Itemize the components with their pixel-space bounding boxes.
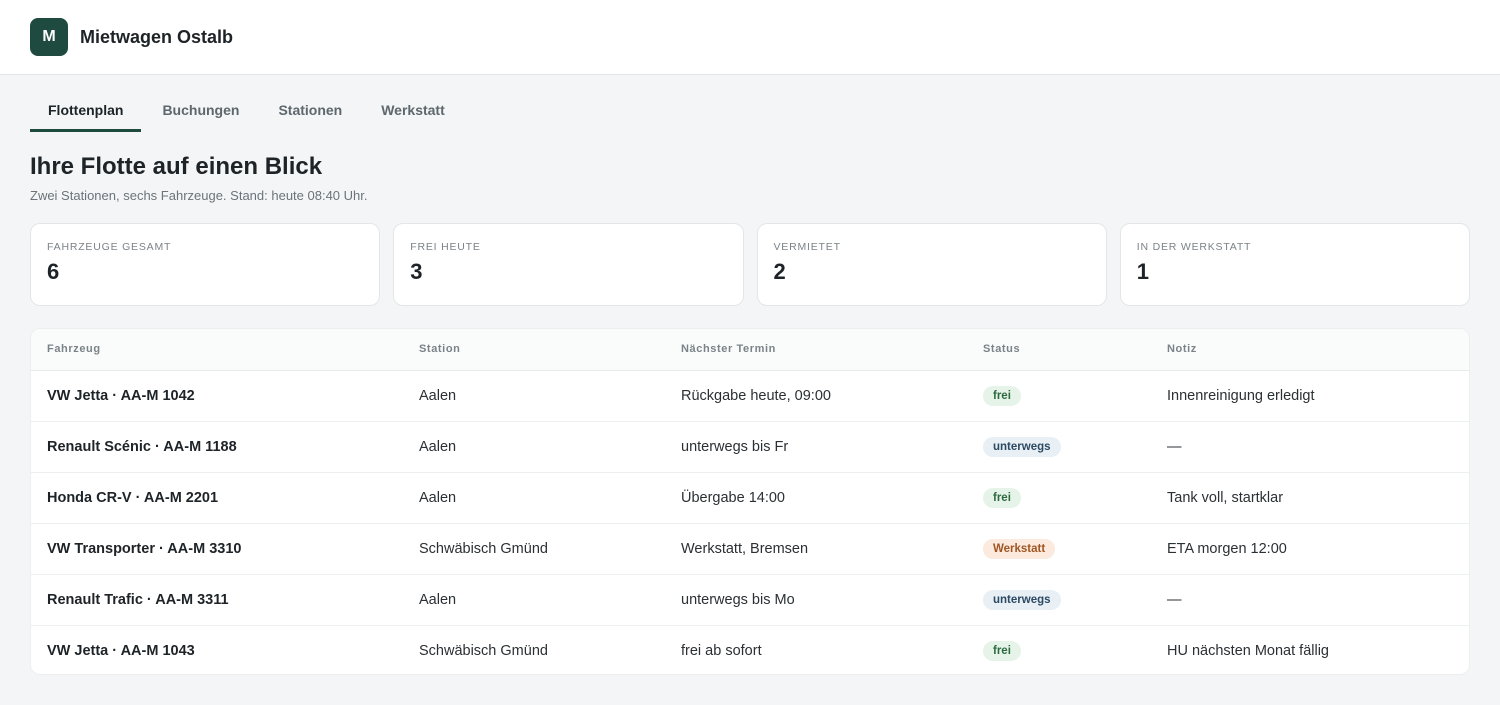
column-header-station[interactable]: Station [403, 329, 665, 370]
status-badge: frei [983, 640, 1021, 661]
cell-vehicle: Honda CR-V · AA-M 2201 [47, 489, 219, 506]
fleet-table-card: Fahrzeug Station Nächster Termin Status … [30, 328, 1470, 675]
cell-note: — [1167, 438, 1182, 455]
table-header-row: Fahrzeug Station Nächster Termin Status … [31, 329, 1469, 370]
table-row[interactable]: VW Transporter · AA-M 3310 Schwäbisch Gm… [31, 523, 1469, 574]
logo[interactable]: M [30, 18, 68, 56]
cell-station: Aalen [419, 489, 457, 506]
stat-label: FAHRZEUGE GESAMT [47, 241, 172, 253]
page-title: Ihre Flotte auf einen Blick [30, 153, 323, 180]
column-header-status[interactable]: Status [967, 329, 1151, 370]
cell-vehicle: VW Jetta · AA-M 1043 [47, 642, 195, 659]
stat-card-free: FREI HEUTE 3 [393, 223, 744, 306]
cell-next-appointment: unterwegs bis Mo [681, 591, 795, 608]
stats-row: FAHRZEUGE GESAMT 6 FREI HEUTE 3 VERMIETE… [30, 223, 1470, 306]
stat-card-total: FAHRZEUGE GESAMT 6 [30, 223, 381, 306]
cell-station: Schwäbisch Gmünd [419, 540, 548, 557]
top-bar: M Mietwagen Ostalb [0, 0, 1500, 75]
cell-vehicle: VW Jetta · AA-M 1042 [47, 387, 195, 404]
table-row[interactable]: VW Jetta · AA-M 1042 Aalen Rückgabe heut… [31, 370, 1469, 421]
status-badge: unterwegs [983, 589, 1061, 610]
stat-label: FREI HEUTE [410, 241, 481, 253]
stat-value: 6 [47, 259, 60, 284]
fleet-table: Fahrzeug Station Nächster Termin Status … [31, 329, 1469, 674]
status-badge: Werkstatt [983, 538, 1056, 559]
stat-card-workshop: IN DER WERKSTATT 1 [1119, 223, 1470, 306]
cell-vehicle: Renault Scénic · AA-M 1188 [47, 438, 237, 455]
tab-werkstatt[interactable]: Werkstatt [363, 92, 463, 132]
cell-next-appointment: frei ab sofort [681, 642, 762, 659]
cell-status: unterwegs [967, 421, 1151, 472]
cell-note: ETA morgen 12:00 [1167, 540, 1287, 557]
cell-station: Schwäbisch Gmünd [419, 642, 548, 659]
cell-station: Aalen [419, 438, 457, 455]
cell-status: frei [967, 370, 1151, 421]
status-badge: unterwegs [983, 436, 1061, 457]
stat-value: 3 [410, 259, 423, 284]
cell-status: frei [967, 625, 1151, 674]
cell-next-appointment: Werkstatt, Bremsen [681, 540, 809, 557]
cell-vehicle: VW Transporter · AA-M 3310 [47, 540, 242, 557]
cell-station: Aalen [419, 387, 457, 404]
tab-buchungen[interactable]: Buchungen [144, 92, 257, 132]
table-row[interactable]: Renault Trafic · AA-M 3311 Aalen unterwe… [31, 574, 1469, 625]
cell-status: Werkstatt [967, 523, 1151, 574]
cell-note: Innenreinigung erledigt [1167, 387, 1315, 404]
stat-value: 2 [773, 259, 786, 284]
stat-card-rented: VERMIETET 2 [756, 223, 1107, 306]
column-header-vehicle[interactable]: Fahrzeug [31, 329, 403, 370]
column-header-next-appointment[interactable]: Nächster Termin [665, 329, 967, 370]
status-badge: frei [983, 385, 1021, 406]
table-row[interactable]: VW Jetta · AA-M 1043 Schwäbisch Gmünd fr… [31, 625, 1469, 674]
status-badge: frei [983, 487, 1021, 508]
stat-label: IN DER WERKSTATT [1136, 241, 1252, 253]
cell-next-appointment: Rückgabe heute, 09:00 [681, 387, 831, 404]
cell-note: — [1167, 591, 1182, 608]
brand-name: Mietwagen Ostalb [80, 26, 234, 47]
tab-stationen[interactable]: Stationen [260, 92, 360, 132]
table-row[interactable]: Renault Scénic · AA-M 1188 Aalen unterwe… [31, 421, 1469, 472]
cell-status: frei [967, 472, 1151, 523]
cell-note: Tank voll, startklar [1167, 489, 1284, 506]
tab-flottenplan[interactable]: Flottenplan [30, 92, 142, 132]
stat-label: VERMIETET [773, 241, 841, 253]
tab-bar: Flottenplan Buchungen Stationen Werkstat… [30, 92, 466, 132]
page-subtitle: Zwei Stationen, sechs Fahrzeuge. Stand: … [30, 188, 368, 203]
cell-next-appointment: Übergabe 14:00 [681, 489, 785, 506]
column-header-note[interactable]: Notiz [1151, 329, 1469, 370]
cell-station: Aalen [419, 591, 457, 608]
stat-value: 1 [1136, 259, 1149, 284]
table-row[interactable]: Honda CR-V · AA-M 2201 Aalen Übergabe 14… [31, 472, 1469, 523]
cell-vehicle: Renault Trafic · AA-M 3311 [47, 591, 229, 608]
cell-note: HU nächsten Monat fällig [1167, 642, 1329, 659]
cell-next-appointment: unterwegs bis Fr [681, 438, 789, 455]
cell-status: unterwegs [967, 574, 1151, 625]
